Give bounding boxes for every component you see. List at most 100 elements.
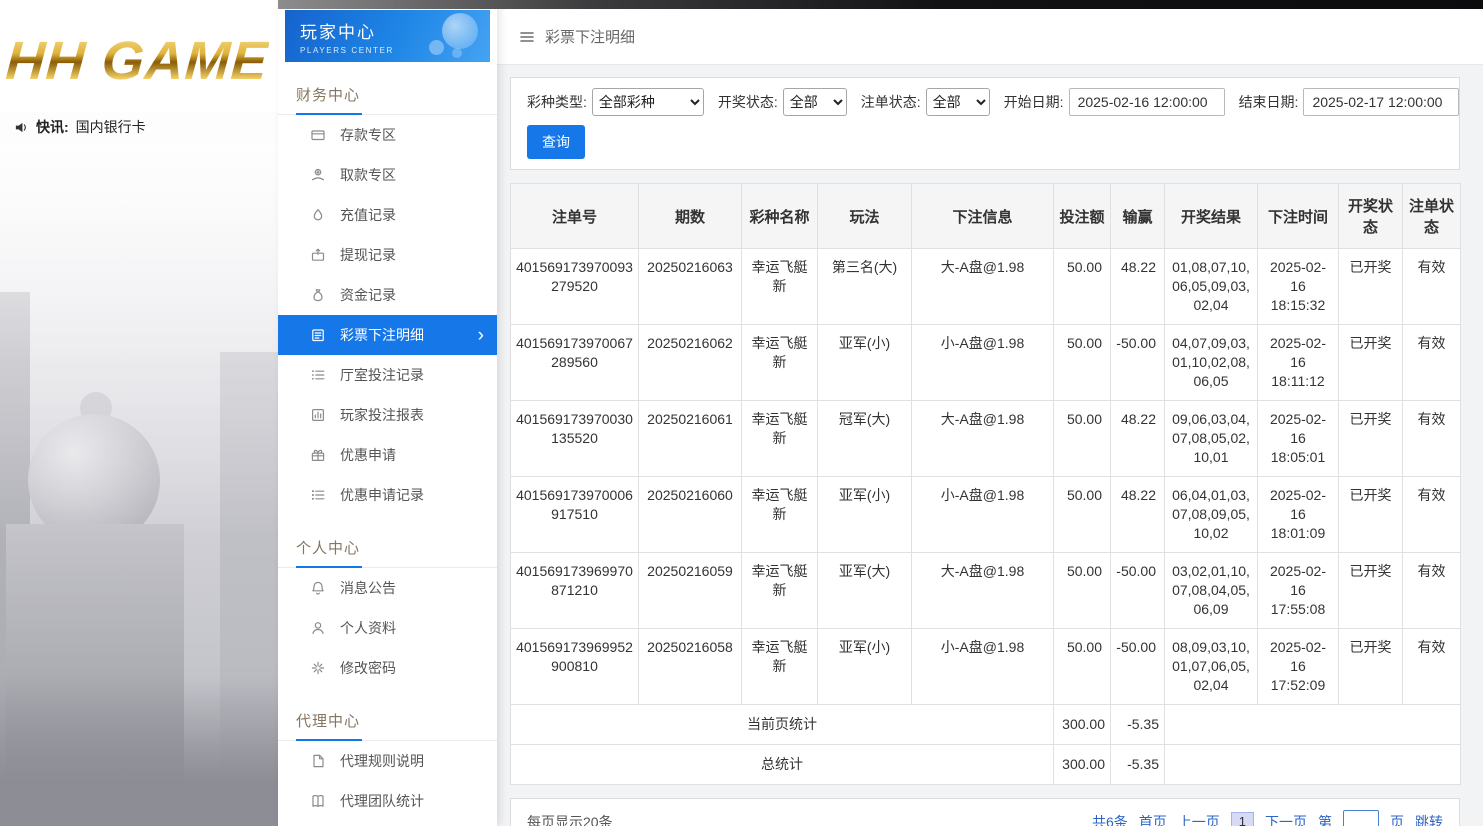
summary-bet-amount: 300.00 (1054, 705, 1111, 745)
sidebar-item-promo-record[interactable]: 优惠申请记录 (278, 475, 497, 515)
play-type: 亚军(大) (818, 553, 912, 629)
bet-amount: 50.00 (1054, 325, 1111, 401)
summary-win-loss: -5.35 (1111, 745, 1165, 785)
city-photo (0, 142, 278, 826)
total-count: 共6条 (1092, 812, 1128, 826)
sidebar-item-messages[interactable]: 消息公告 (278, 568, 497, 608)
topbar: 彩票下注明细 (497, 0, 1483, 65)
bet-info: 小-A盘@1.98 (912, 629, 1054, 705)
period: 20250216061 (639, 401, 742, 477)
sidebar-item-promo-apply[interactable]: 优惠申请 (278, 435, 497, 475)
sidebar-item-agent-team[interactable]: 代理团队统计 (278, 781, 497, 821)
win-loss: 48.22 (1111, 401, 1165, 477)
play-type: 亚军(小) (818, 477, 912, 553)
prev-page-link[interactable]: 上一页 (1178, 812, 1220, 826)
sidebar-item-profile[interactable]: 个人资料 (278, 608, 497, 648)
chevron-right-icon: › (478, 326, 484, 345)
section-title: 财务中心 (278, 70, 497, 115)
lottery-type-label: 彩种类型: (527, 92, 587, 112)
play-type: 亚军(小) (818, 325, 912, 401)
bet-id: 401569173970067289560 (511, 325, 639, 401)
bet-time: 2025-02-16 18:01:09 (1258, 477, 1339, 553)
sidebar-item-label: 优惠申请 (340, 445, 396, 465)
bets-table-card: 注单号期数彩种名称玩法下注信息投注额输赢开奖结果下注时间开奖状态注单状态 401… (510, 183, 1460, 785)
sidebar-item-change-password[interactable]: 修改密码 (278, 648, 497, 688)
bet-status: 有效 (1403, 325, 1461, 401)
jump-suffix-label: 页 (1390, 812, 1404, 826)
menu-icon[interactable] (519, 29, 535, 45)
bet-info: 小-A盘@1.98 (912, 477, 1054, 553)
site-background: HH GAME 快讯: 国内银行卡 (0, 0, 278, 826)
bet-status: 有效 (1403, 477, 1461, 553)
sidebar-item-label: 厅室投注记录 (340, 365, 424, 385)
bet-status: 有效 (1403, 553, 1461, 629)
messages-icon (310, 580, 326, 596)
sidebar-item-recharge-record[interactable]: 充值记录 (278, 195, 497, 235)
bet-amount: 50.00 (1054, 249, 1111, 325)
bet-status: 有效 (1403, 401, 1461, 477)
page: HH GAME 快讯: 国内银行卡 玩家中心 PLAYERS CENTER (0, 0, 1483, 826)
sidebar-item-withdraw-record[interactable]: 提现记录 (278, 235, 497, 275)
sidebar: 玩家中心 PLAYERS CENTER 财务中心存款专区取款专区充值记录提现记录… (278, 0, 497, 826)
draw-status: 已开奖 (1339, 629, 1403, 705)
end-date-input[interactable] (1303, 88, 1459, 116)
search-button[interactable]: 查询 (527, 125, 585, 159)
summary-label: 总统计 (511, 745, 1054, 785)
sidebar-item-label: 资金记录 (340, 285, 396, 305)
brand-area: HH GAME (0, 0, 278, 112)
table-row: 40156917397009327952020250216063幸运飞艇新第三名… (511, 249, 1461, 325)
column-header: 下注时间 (1258, 184, 1339, 249)
current-page[interactable]: 1 (1231, 812, 1254, 826)
page-jump-input[interactable] (1343, 810, 1379, 826)
bubble-decoration (429, 40, 444, 55)
sidebar-item-label: 提现记录 (340, 245, 396, 265)
sidebar-item-lottery-bets[interactable]: 彩票下注明细 › (278, 315, 497, 355)
end-date-label: 结束日期: (1239, 92, 1299, 112)
sidebar-item-label: 代理团队统计 (340, 791, 424, 811)
column-header: 彩种名称 (742, 184, 818, 249)
bet-id: 401569173970006917510 (511, 477, 639, 553)
bet-info: 大-A盘@1.98 (912, 249, 1054, 325)
win-loss: -50.00 (1111, 629, 1165, 705)
deposit-icon (310, 127, 326, 143)
jump-button[interactable]: 跳转 (1415, 812, 1443, 826)
promo-apply-icon (310, 447, 326, 463)
sidebar-item-player-report[interactable]: 玩家投注报表 (278, 395, 497, 435)
bet-status-select[interactable]: 全部 (926, 88, 990, 116)
column-header: 开奖结果 (1165, 184, 1258, 249)
speaker-icon (14, 120, 29, 135)
sidebar-item-label: 充值记录 (340, 205, 396, 225)
withdraw-record-icon (310, 247, 326, 263)
sidebar-item-funds-record[interactable]: 资金记录 (278, 275, 497, 315)
bet-status-label: 注单状态: (861, 92, 921, 112)
table-row: 40156917397003013552020250216061幸运飞艇新冠军(… (511, 401, 1461, 477)
period: 20250216060 (639, 477, 742, 553)
lottery-name: 幸运飞艇新 (742, 325, 818, 401)
next-page-link[interactable]: 下一页 (1265, 812, 1307, 826)
win-loss: -50.00 (1111, 325, 1165, 401)
column-header: 期数 (639, 184, 742, 249)
change-password-icon (310, 660, 326, 676)
first-page-link[interactable]: 首页 (1139, 812, 1167, 826)
sidebar-item-label: 个人资料 (340, 618, 396, 638)
pagination-controls: 共6条 首页 上一页 1 下一页 第 页 跳转 (1092, 810, 1443, 826)
period: 20250216062 (639, 325, 742, 401)
column-header: 输赢 (1111, 184, 1165, 249)
sidebar-item-label: 存款专区 (340, 125, 396, 145)
bet-time: 2025-02-16 17:55:08 (1258, 553, 1339, 629)
city-photo-haze (0, 142, 278, 826)
lottery-type-select[interactable]: 全部彩种 (592, 88, 704, 116)
win-loss: 48.22 (1111, 249, 1165, 325)
table-row: 40156917396997087121020250216059幸运飞艇新亚军(… (511, 553, 1461, 629)
period: 20250216063 (639, 249, 742, 325)
sidebar-item-label: 玩家投注报表 (340, 405, 424, 425)
sidebar-item-deposit[interactable]: 存款专区 (278, 115, 497, 155)
sidebar-item-withdraw[interactable]: 取款专区 (278, 155, 497, 195)
sidebar-item-agent-rules[interactable]: 代理规则说明 (278, 741, 497, 781)
bet-amount: 50.00 (1054, 629, 1111, 705)
sidebar-item-label: 彩票下注明细 (340, 325, 424, 345)
draw-status-select[interactable]: 全部 (783, 88, 847, 116)
start-date-input[interactable] (1069, 88, 1225, 116)
sidebar-item-hall-bets[interactable]: 厅室投注记录 (278, 355, 497, 395)
bet-time: 2025-02-16 17:52:09 (1258, 629, 1339, 705)
